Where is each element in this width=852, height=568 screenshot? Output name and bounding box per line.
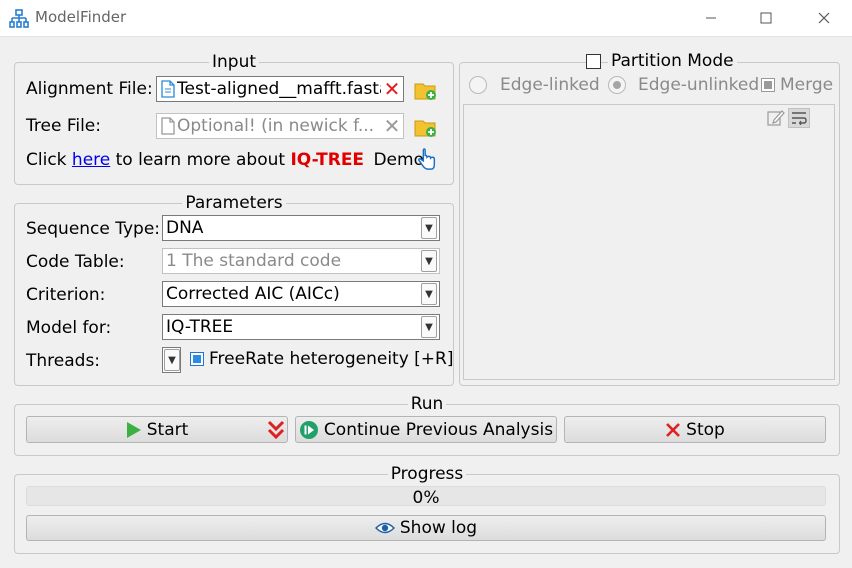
file-icon <box>161 117 175 135</box>
merge-label: Merge <box>780 75 834 95</box>
minimize-button[interactable] <box>682 0 740 36</box>
sequence-type-value: DNA <box>166 218 204 238</box>
clear-tree-icon[interactable]: ✕ <box>381 114 403 138</box>
sequence-type-select[interactable]: DNA ▼ <box>162 215 440 241</box>
edit-icon <box>767 110 785 126</box>
demo-hand-icon[interactable] <box>416 147 438 173</box>
title-bar: ModelFinder <box>0 0 852 37</box>
model-for-value: IQ-TREE <box>166 317 234 337</box>
edit-button[interactable] <box>765 108 787 128</box>
learn-more-line: Click here to learn more about IQ-TREE D… <box>26 150 430 170</box>
minimize-icon <box>706 17 716 19</box>
alignment-file-field[interactable]: Test-aligned__mafft.fasta ✕ <box>156 76 404 102</box>
threads-select[interactable]: ▼ <box>162 347 181 373</box>
model-for-label: Model for: <box>26 318 112 338</box>
chevron-down-icon: ▼ <box>421 217 437 239</box>
show-log-button[interactable]: Show log <box>26 515 826 541</box>
clear-alignment-icon[interactable]: ✕ <box>381 77 403 101</box>
chevron-down-icon: ▼ <box>164 349 180 371</box>
open-folder-icon[interactable] <box>414 80 438 102</box>
model-for-select[interactable]: IQ-TREE ▼ <box>162 314 440 340</box>
stop-button[interactable]: Stop <box>564 416 826 443</box>
criterion-value: Corrected AIC (AICc) <box>166 284 340 304</box>
iqtree-brand: IQ-TREE <box>290 150 365 170</box>
continue-analysis-button[interactable]: Continue Previous Analysis <box>295 416 557 443</box>
merge-checkbox[interactable] <box>761 78 775 92</box>
window-title: ModelFinder <box>35 8 127 26</box>
tree-file-placeholder: Optional! (in newick f... <box>177 116 375 136</box>
run-legend: Run <box>407 394 447 414</box>
here-link[interactable]: here <box>72 150 110 170</box>
continue-label: Continue Previous Analysis <box>323 419 554 440</box>
progress-legend: Progress <box>387 464 467 484</box>
maximize-icon <box>760 12 772 24</box>
show-log-label: Show log <box>399 518 478 538</box>
eye-icon <box>374 521 395 535</box>
tree-file-label: Tree File: <box>26 116 101 136</box>
edge-unlinked-radio[interactable] <box>608 76 626 94</box>
edge-linked-label: Edge-linked <box>500 75 600 95</box>
file-icon <box>161 80 175 98</box>
stop-x-icon <box>665 422 681 438</box>
open-folder-icon[interactable] <box>414 117 438 139</box>
criterion-label: Criterion: <box>26 285 106 305</box>
learn-middle: to learn more about <box>110 150 291 170</box>
partition-mode-label: Partition Mode <box>608 51 737 71</box>
close-icon <box>818 12 830 24</box>
edge-linked-radio[interactable] <box>469 76 487 94</box>
freerate-label: FreeRate heterogeneity [+R] <box>209 349 454 369</box>
progress-text: 0% <box>412 488 440 508</box>
input-legend: Input <box>208 52 260 72</box>
alignment-file-label: Alignment File: <box>26 79 153 99</box>
start-label: Start <box>146 419 189 440</box>
double-chevron-down-icon[interactable] <box>267 420 285 445</box>
chevron-down-icon: ▼ <box>421 283 437 305</box>
code-table-value: 1 The standard code <box>166 251 342 271</box>
code-table-select[interactable]: 1 The standard code ▼ <box>162 248 440 274</box>
start-button[interactable]: Start <box>26 416 288 443</box>
criterion-select[interactable]: Corrected AIC (AICc) ▼ <box>162 281 440 307</box>
sequence-type-label: Sequence Type: <box>26 219 161 239</box>
resume-icon <box>299 420 319 440</box>
learn-prefix: Click <box>26 150 72 170</box>
app-tree-icon <box>9 9 29 28</box>
wrap-text-button[interactable] <box>788 108 810 128</box>
tree-file-field[interactable]: Optional! (in newick f... ✕ <box>156 113 404 139</box>
chevron-down-icon: ▼ <box>421 250 437 272</box>
play-icon <box>126 421 142 439</box>
freerate-checkbox[interactable] <box>190 352 204 366</box>
close-button[interactable] <box>795 0 852 36</box>
stop-label: Stop <box>686 419 725 440</box>
chevron-down-icon: ▼ <box>421 316 437 338</box>
threads-label: Threads: <box>26 351 101 371</box>
wrap-text-icon <box>792 112 807 125</box>
partition-mode-checkbox[interactable] <box>586 54 601 69</box>
code-table-label: Code Table: <box>26 252 125 272</box>
parameters-legend: Parameters <box>182 193 286 213</box>
partition-editor[interactable] <box>463 104 835 380</box>
edge-unlinked-label: Edge-unlinked <box>638 75 760 95</box>
maximize-button[interactable] <box>737 0 795 36</box>
alignment-file-value: Test-aligned__mafft.fasta <box>177 79 381 99</box>
